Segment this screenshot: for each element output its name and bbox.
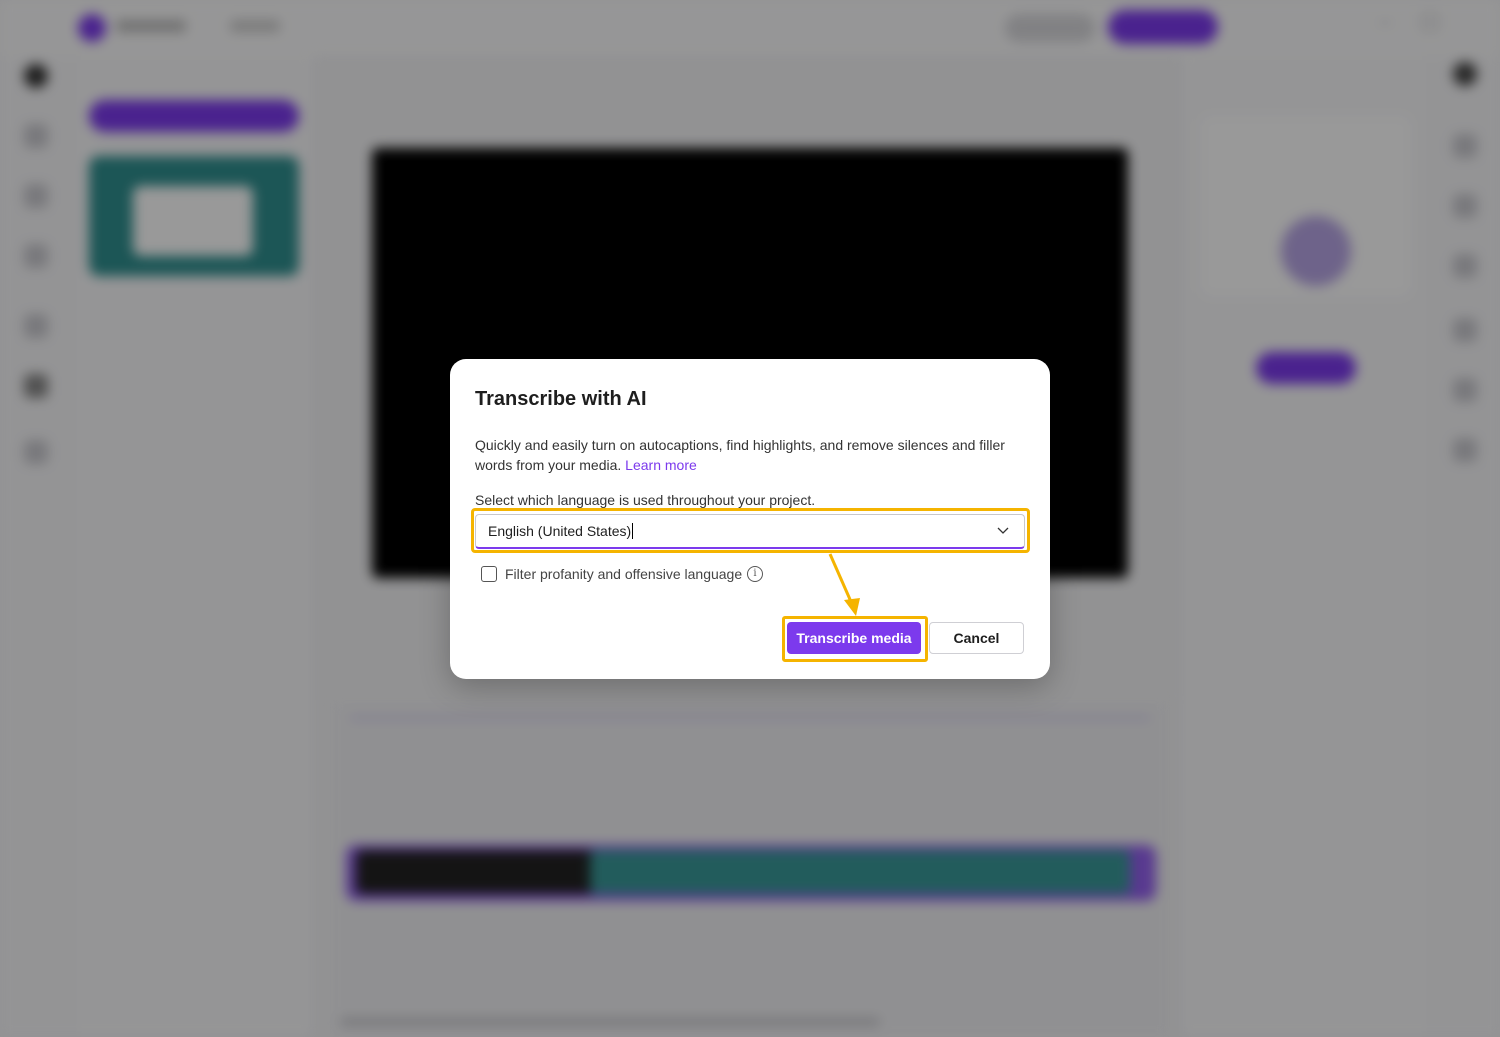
info-icon[interactable]: i — [747, 566, 763, 582]
language-label: Select which language is used throughout… — [475, 492, 816, 508]
filter-profanity-label: Filter profanity and offensive language — [505, 566, 743, 582]
highlight-transcribe-button — [782, 616, 928, 662]
description-text: Quickly and easily turn on autocaptions,… — [475, 437, 1005, 473]
cancel-button[interactable]: Cancel — [929, 622, 1024, 654]
learn-more-link[interactable]: Learn more — [625, 457, 697, 473]
filter-profanity-checkbox[interactable] — [481, 566, 497, 582]
tutorial-arrow-icon — [828, 553, 860, 616]
highlight-language-select — [471, 508, 1030, 553]
dialog-description: Quickly and easily turn on autocaptions,… — [475, 435, 1025, 475]
dialog-title: Transcribe with AI — [475, 388, 647, 410]
